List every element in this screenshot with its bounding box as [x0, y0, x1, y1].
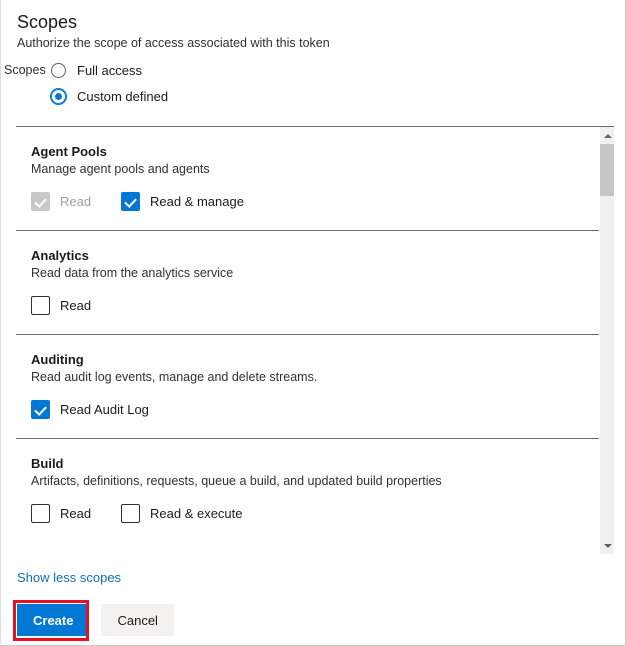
scrollbar-thumb[interactable]	[600, 144, 614, 196]
permission-agent-pools-read: Read	[31, 192, 121, 211]
checkbox-label: Read	[60, 506, 91, 521]
scope-group-title: Auditing	[31, 351, 599, 368]
checkbox-label: Read & execute	[150, 506, 243, 521]
page-title: Scopes	[17, 11, 625, 33]
scope-group-description: Read data from the analytics service	[31, 265, 599, 282]
scope-group-analytics: Analytics Read data from the analytics s…	[16, 231, 599, 335]
radio-custom-defined-label: Custom defined	[77, 89, 168, 104]
scope-permission-row: Read Read & manage	[31, 192, 599, 230]
footer-actions: Create Cancel	[17, 604, 174, 636]
scopes-vertical-scrollbar[interactable]	[599, 127, 614, 554]
checkbox-build-read-execute[interactable]	[121, 504, 140, 523]
radio-full-access-indicator[interactable]	[51, 63, 66, 78]
scopes-field-label: Scopes	[1, 63, 51, 77]
scope-group-title: Agent Pools	[31, 143, 599, 160]
radio-option-custom-defined[interactable]: Custom defined	[1, 83, 625, 109]
scope-group-description: Read audit log events, manage and delete…	[31, 369, 599, 386]
checkbox-agent-pools-read-manage[interactable]	[121, 192, 140, 211]
show-less-scopes-link[interactable]: Show less scopes	[17, 570, 121, 585]
scope-group-description: Artifacts, definitions, requests, queue …	[31, 473, 599, 490]
checkbox-label: Read	[60, 298, 91, 313]
scroll-up-arrow-icon[interactable]	[600, 127, 614, 144]
radio-full-access-label: Full access	[77, 63, 142, 78]
checkbox-auditing-read-audit-log[interactable]	[31, 400, 50, 419]
radio-custom-defined-indicator[interactable]	[51, 89, 66, 104]
checkbox-label: Read Audit Log	[60, 402, 149, 417]
checkbox-build-read[interactable]	[31, 504, 50, 523]
create-button[interactable]: Create	[17, 604, 89, 636]
scope-permission-row: Read	[31, 296, 599, 334]
scroll-down-arrow-icon[interactable]	[600, 537, 614, 554]
scope-permission-row: Read Audit Log	[31, 400, 599, 438]
checkbox-label: Read & manage	[150, 194, 244, 209]
permission-analytics-read[interactable]: Read	[31, 296, 91, 315]
scope-group-title: Build	[31, 455, 599, 472]
scope-permission-row: Read Read & execute	[31, 504, 599, 542]
scope-group-auditing: Auditing Read audit log events, manage a…	[16, 335, 599, 439]
scope-group-agent-pools: Agent Pools Manage agent pools and agent…	[16, 127, 599, 231]
panel-header: Scopes Authorize the scope of access ass…	[1, 0, 625, 52]
scope-group-build: Build Artifacts, definitions, requests, …	[16, 439, 599, 542]
checkbox-analytics-read[interactable]	[31, 296, 50, 315]
access-mode-radio-group: Scopes Full access Custom defined	[1, 57, 625, 109]
scopes-scroll-region[interactable]: Agent Pools Manage agent pools and agent…	[16, 126, 614, 554]
radio-option-full-access[interactable]: Scopes Full access	[1, 57, 625, 83]
create-token-scopes-panel: Scopes Authorize the scope of access ass…	[0, 0, 626, 646]
scope-group-description: Manage agent pools and agents	[31, 161, 599, 178]
permission-build-read-execute[interactable]: Read & execute	[121, 504, 243, 523]
cancel-button[interactable]: Cancel	[101, 604, 173, 636]
permission-agent-pools-read-manage[interactable]: Read & manage	[121, 192, 244, 211]
permission-build-read[interactable]: Read	[31, 504, 121, 523]
checkbox-label: Read	[60, 194, 91, 209]
checkbox-agent-pools-read	[31, 192, 50, 211]
panel-description: Authorize the scope of access associated…	[17, 35, 625, 52]
scope-group-title: Analytics	[31, 247, 599, 264]
permission-auditing-read-audit-log[interactable]: Read Audit Log	[31, 400, 149, 419]
scopes-list: Agent Pools Manage agent pools and agent…	[16, 127, 599, 542]
